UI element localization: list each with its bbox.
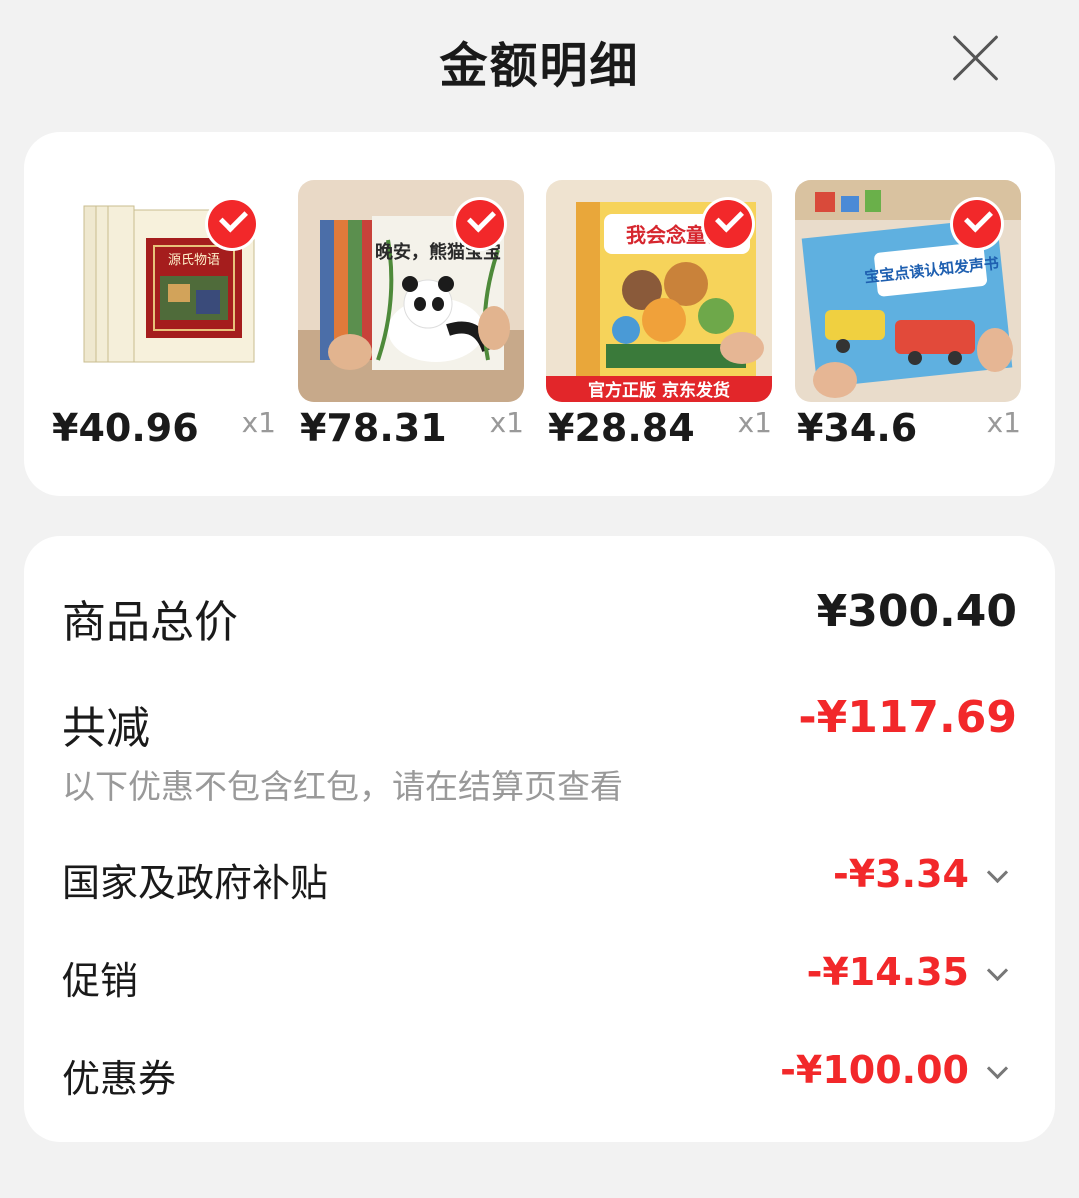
- close-icon[interactable]: [950, 33, 1000, 83]
- product-list-card: 源氏物语 ¥40.96 x1 晚安，熊猫宝宝 ¥78.31 x1 我会念童谣 官…: [24, 132, 1055, 496]
- chevron-down-icon[interactable]: [986, 861, 1009, 884]
- reduce-row: 共减 -¥117.69: [62, 692, 1017, 754]
- product-image[interactable]: 源氏物语: [50, 180, 276, 402]
- product-item[interactable]: 宝宝点读认知发声书 ¥34.6 x1: [795, 180, 1021, 450]
- selected-check-icon[interactable]: [208, 200, 256, 248]
- chevron-down-icon[interactable]: [986, 959, 1009, 982]
- product-image[interactable]: 晚安，熊猫宝宝: [298, 180, 524, 402]
- product-qty: x1: [489, 406, 524, 439]
- discount-label: 促销: [62, 959, 139, 1003]
- product-price: ¥34.6: [797, 406, 918, 450]
- product-item[interactable]: 我会念童谣 官方正版 京东发货 ¥28.84 x1: [546, 180, 772, 450]
- product-price: ¥28.84: [548, 406, 695, 450]
- reduce-label: 共减: [62, 703, 150, 754]
- total-value: ¥300.40: [816, 586, 1017, 637]
- selected-check-icon[interactable]: [704, 200, 752, 248]
- price-summary-card: 商品总价 ¥300.40 共减 -¥117.69 以下优惠不包含红包，请在结算页…: [24, 536, 1055, 1142]
- header: 金额明细: [0, 0, 1079, 120]
- product-price: ¥40.96: [52, 406, 199, 450]
- product-qty: x1: [241, 406, 276, 439]
- cover-text: 源氏物语: [168, 253, 220, 268]
- banner-text: 官方正版 京东发货: [588, 380, 730, 401]
- discount-row-promotion[interactable]: 促销 -¥14.35: [62, 950, 1017, 1003]
- discount-value[interactable]: -¥100.00: [780, 1048, 969, 1092]
- chevron-down-icon[interactable]: [986, 1057, 1009, 1080]
- product-item[interactable]: 源氏物语 ¥40.96 x1: [50, 180, 276, 450]
- reduce-value: -¥117.69: [798, 692, 1017, 743]
- total-row: 商品总价 ¥300.40: [62, 586, 1017, 648]
- selected-check-icon[interactable]: [456, 200, 504, 248]
- product-qty: x1: [986, 406, 1021, 439]
- discount-row-coupon[interactable]: 优惠券 -¥100.00: [62, 1048, 1017, 1101]
- discount-value[interactable]: -¥14.35: [807, 950, 969, 994]
- product-image[interactable]: 宝宝点读认知发声书: [795, 180, 1021, 402]
- discount-label: 国家及政府补贴: [62, 861, 329, 905]
- discount-row-subsidy[interactable]: 国家及政府补贴 -¥3.34: [62, 852, 1017, 905]
- discount-value[interactable]: -¥3.34: [833, 852, 969, 896]
- page-title: 金额明细: [439, 38, 640, 94]
- discount-note-row: 以下优惠不包含红包，请在结算页查看: [62, 760, 1017, 806]
- selected-check-icon[interactable]: [953, 200, 1001, 248]
- product-price: ¥78.31: [300, 406, 447, 450]
- total-label: 商品总价: [62, 597, 238, 648]
- product-item[interactable]: 晚安，熊猫宝宝 ¥78.31 x1: [298, 180, 524, 450]
- product-image[interactable]: 我会念童谣 官方正版 京东发货: [546, 180, 772, 402]
- discount-label: 优惠券: [62, 1057, 177, 1101]
- product-qty: x1: [737, 406, 772, 439]
- discount-note: 以下优惠不包含红包，请在结算页查看: [62, 767, 623, 806]
